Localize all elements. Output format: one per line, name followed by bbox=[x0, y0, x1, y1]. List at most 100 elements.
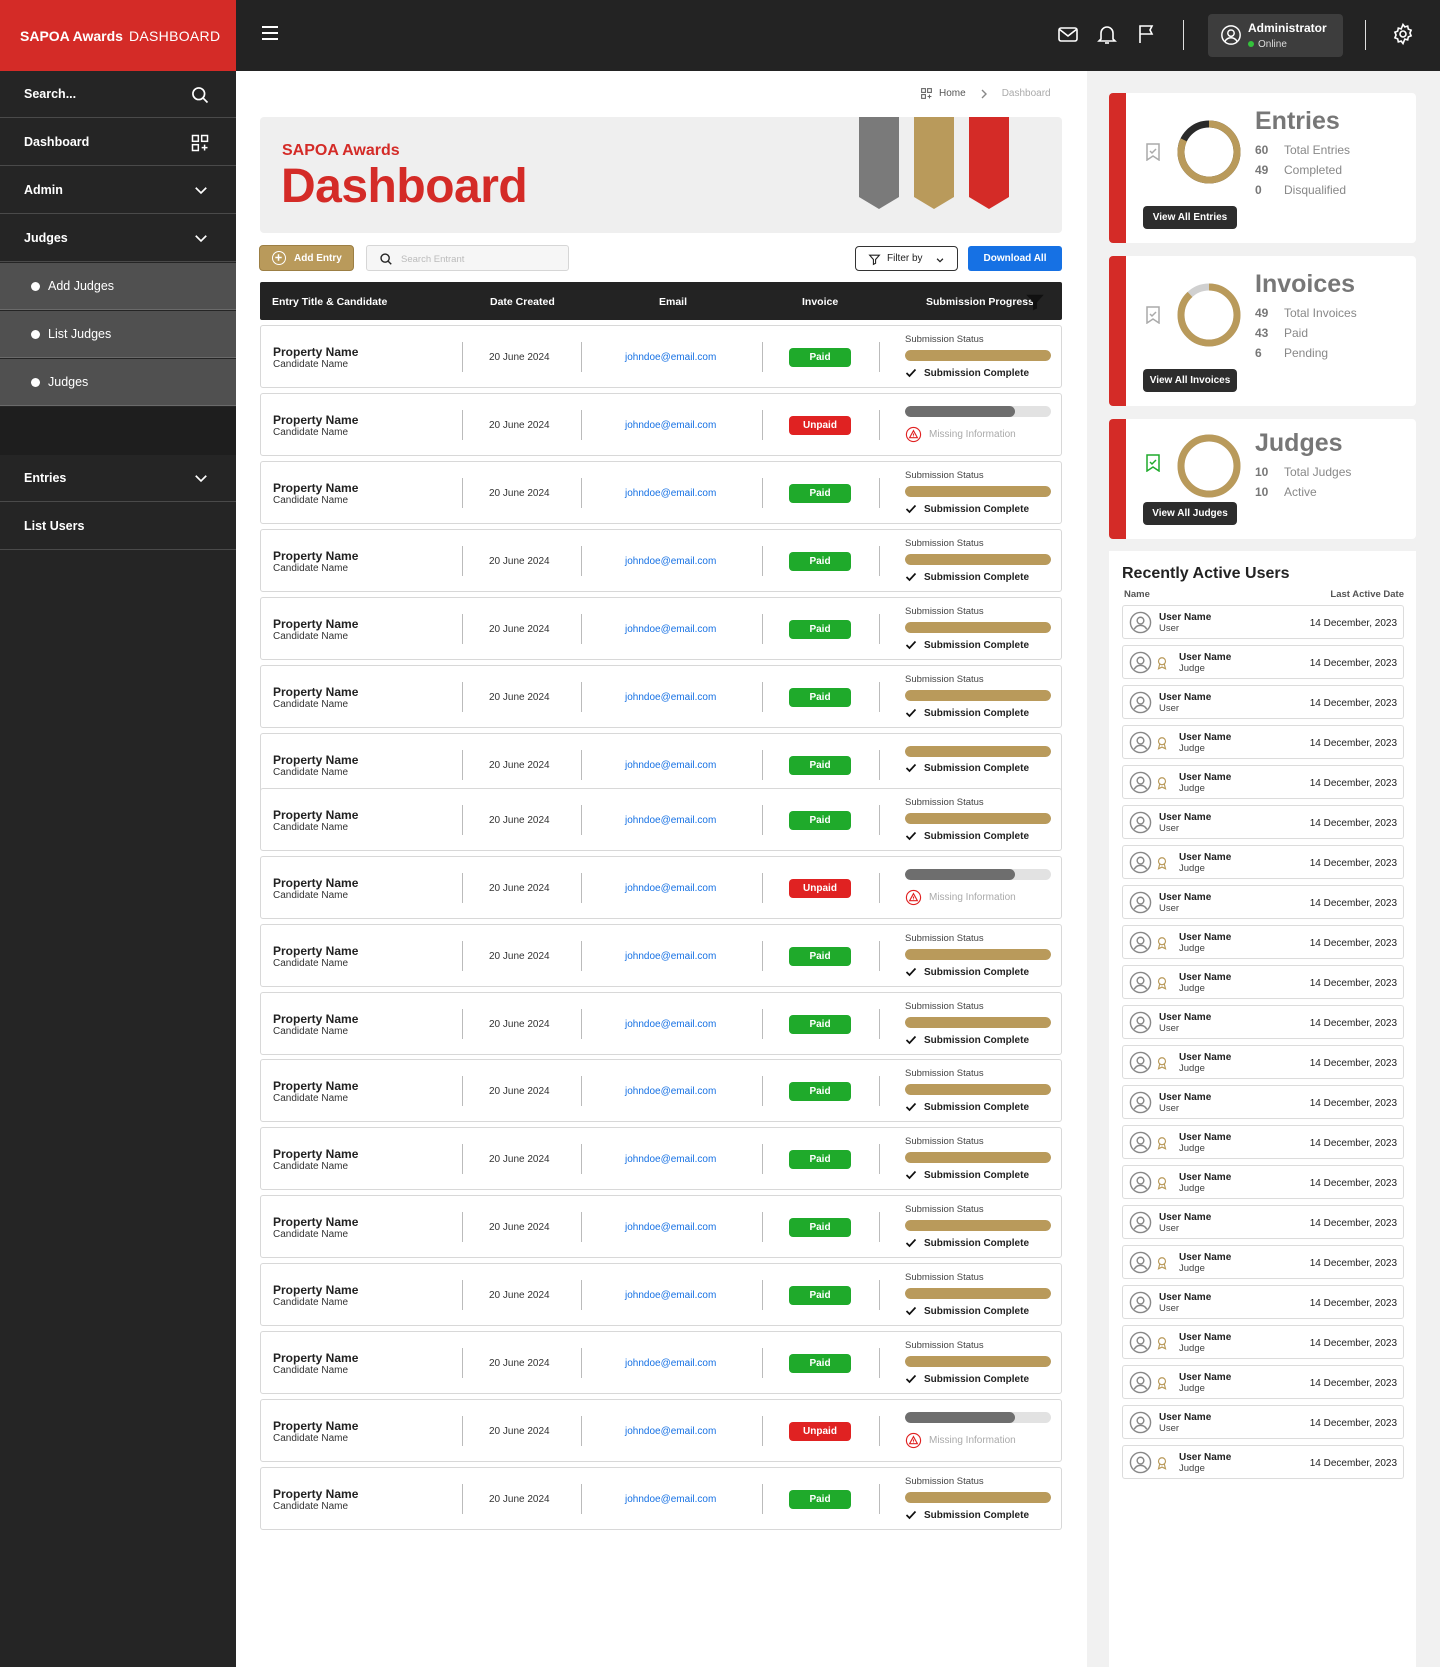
table-row[interactable]: Property Name Candidate Name 20 June 202… bbox=[260, 1127, 1062, 1190]
download-all-button[interactable]: Download All bbox=[968, 246, 1062, 271]
email-link[interactable]: johndoe@email.com bbox=[625, 815, 716, 826]
user-row[interactable]: User Name User 14 December, 2023 bbox=[1122, 1005, 1404, 1039]
email-link[interactable]: johndoe@email.com bbox=[625, 1019, 716, 1030]
property-name[interactable]: Property Name bbox=[273, 481, 358, 495]
user-row[interactable]: User Name Judge 14 December, 2023 bbox=[1122, 965, 1404, 999]
flag-icon[interactable] bbox=[1135, 22, 1159, 46]
table-row[interactable]: Property Name Candidate Name 20 June 202… bbox=[260, 1331, 1062, 1394]
email-link[interactable]: johndoe@email.com bbox=[625, 420, 716, 431]
table-row[interactable]: Property Name Candidate Name 20 June 202… bbox=[260, 325, 1062, 388]
email-link[interactable]: johndoe@email.com bbox=[625, 692, 716, 703]
table-row[interactable]: Property Name Candidate Name 20 June 202… bbox=[260, 1263, 1062, 1326]
property-name[interactable]: Property Name bbox=[273, 549, 358, 563]
invoice-badge[interactable]: Paid bbox=[789, 552, 851, 571]
email-link[interactable]: johndoe@email.com bbox=[625, 624, 716, 635]
property-name[interactable]: Property Name bbox=[273, 1215, 358, 1229]
view-all-entries-button[interactable]: View All Entries bbox=[1143, 206, 1237, 229]
column-header[interactable]: Entry Title & Candidate bbox=[272, 296, 387, 308]
property-name[interactable]: Property Name bbox=[273, 1079, 358, 1093]
invoice-badge[interactable]: Paid bbox=[789, 811, 851, 830]
invoice-badge[interactable]: Paid bbox=[789, 1286, 851, 1305]
invoice-badge[interactable]: Paid bbox=[789, 1015, 851, 1034]
user-row[interactable]: User Name User 14 December, 2023 bbox=[1122, 1285, 1404, 1319]
invoice-badge[interactable]: Unpaid bbox=[789, 879, 851, 898]
email-link[interactable]: johndoe@email.com bbox=[625, 1086, 716, 1097]
property-name[interactable]: Property Name bbox=[273, 345, 358, 359]
invoice-badge[interactable]: Paid bbox=[789, 688, 851, 707]
user-row[interactable]: User Name User 14 December, 2023 bbox=[1122, 885, 1404, 919]
property-name[interactable]: Property Name bbox=[273, 944, 358, 958]
email-link[interactable]: johndoe@email.com bbox=[625, 1426, 716, 1437]
user-row[interactable]: User Name Judge 14 December, 2023 bbox=[1122, 725, 1404, 759]
user-row[interactable]: User Name Judge 14 December, 2023 bbox=[1122, 765, 1404, 799]
filter-by-dropdown[interactable]: Filter by bbox=[855, 246, 958, 271]
property-name[interactable]: Property Name bbox=[273, 876, 358, 890]
email-link[interactable]: johndoe@email.com bbox=[625, 1290, 716, 1301]
property-name[interactable]: Property Name bbox=[273, 753, 358, 767]
sidebar-search[interactable]: Search... bbox=[0, 71, 236, 118]
user-row[interactable]: User Name User 14 December, 2023 bbox=[1122, 805, 1404, 839]
sidebar-subitem-list-judges[interactable]: List Judges bbox=[0, 311, 236, 358]
property-name[interactable]: Property Name bbox=[273, 1487, 358, 1501]
property-name[interactable]: Property Name bbox=[273, 685, 358, 699]
search-icon[interactable] bbox=[190, 85, 210, 105]
add-entry-button[interactable]: Add Entry bbox=[259, 245, 354, 271]
email-link[interactable]: johndoe@email.com bbox=[625, 883, 716, 894]
user-row[interactable]: User Name User 14 December, 2023 bbox=[1122, 685, 1404, 719]
sidebar-item-judges[interactable]: Judges bbox=[0, 215, 236, 262]
invoice-badge[interactable]: Paid bbox=[789, 947, 851, 966]
property-name[interactable]: Property Name bbox=[273, 808, 358, 822]
column-header[interactable]: Submission Progress bbox=[926, 296, 1034, 308]
user-row[interactable]: User Name Judge 14 December, 2023 bbox=[1122, 845, 1404, 879]
table-row[interactable]: Property Name Candidate Name 20 June 202… bbox=[260, 529, 1062, 592]
sidebar-item-admin[interactable]: Admin bbox=[0, 167, 236, 214]
email-link[interactable]: johndoe@email.com bbox=[625, 1222, 716, 1233]
table-row[interactable]: Property Name Candidate Name 20 June 202… bbox=[260, 665, 1062, 728]
user-row[interactable]: User Name Judge 14 December, 2023 bbox=[1122, 1325, 1404, 1359]
user-row[interactable]: User Name User 14 December, 2023 bbox=[1122, 1405, 1404, 1439]
email-link[interactable]: johndoe@email.com bbox=[625, 951, 716, 962]
invoice-badge[interactable]: Unpaid bbox=[789, 1422, 851, 1441]
filter-icon[interactable] bbox=[1026, 293, 1044, 311]
user-row[interactable]: User Name Judge 14 December, 2023 bbox=[1122, 645, 1404, 679]
email-link[interactable]: johndoe@email.com bbox=[625, 556, 716, 567]
invoice-badge[interactable]: Paid bbox=[789, 1082, 851, 1101]
property-name[interactable]: Property Name bbox=[273, 1147, 358, 1161]
property-name[interactable]: Property Name bbox=[273, 1419, 358, 1433]
email-link[interactable]: johndoe@email.com bbox=[625, 352, 716, 363]
property-name[interactable]: Property Name bbox=[273, 617, 358, 631]
column-header[interactable]: Invoice bbox=[802, 296, 838, 308]
user-row[interactable]: User Name Judge 14 December, 2023 bbox=[1122, 1245, 1404, 1279]
sidebar-subitem-add-judges[interactable]: Add Judges bbox=[0, 263, 236, 310]
user-menu[interactable]: Administrator Online bbox=[1208, 14, 1343, 57]
invoice-badge[interactable]: Paid bbox=[789, 348, 851, 367]
breadcrumb-home[interactable]: Home bbox=[939, 88, 966, 99]
property-name[interactable]: Property Name bbox=[273, 1351, 358, 1365]
column-header[interactable]: Date Created bbox=[490, 296, 555, 308]
column-header[interactable]: Email bbox=[659, 296, 687, 308]
table-row[interactable]: Property Name Candidate Name 20 June 202… bbox=[260, 461, 1062, 524]
table-row[interactable]: Property Name Candidate Name 20 June 202… bbox=[260, 733, 1062, 796]
property-name[interactable]: Property Name bbox=[273, 413, 358, 427]
user-row[interactable]: User Name User 14 December, 2023 bbox=[1122, 1205, 1404, 1239]
invoice-badge[interactable]: Paid bbox=[789, 1354, 851, 1373]
sidebar-subitem-judges[interactable]: Judges bbox=[0, 359, 236, 406]
table-row[interactable]: Property Name Candidate Name 20 June 202… bbox=[260, 856, 1062, 919]
property-name[interactable]: Property Name bbox=[273, 1283, 358, 1297]
view-all-judges-button[interactable]: View All Judges bbox=[1143, 502, 1237, 525]
user-row[interactable]: User Name Judge 14 December, 2023 bbox=[1122, 1045, 1404, 1079]
table-row[interactable]: Property Name Candidate Name 20 June 202… bbox=[260, 1195, 1062, 1258]
user-row[interactable]: User Name Judge 14 December, 2023 bbox=[1122, 1365, 1404, 1399]
user-row[interactable]: User Name Judge 14 December, 2023 bbox=[1122, 1125, 1404, 1159]
bell-icon[interactable] bbox=[1095, 22, 1119, 46]
invoice-badge[interactable]: Unpaid bbox=[789, 416, 851, 435]
table-row[interactable]: Property Name Candidate Name 20 June 202… bbox=[260, 1399, 1062, 1462]
table-row[interactable]: Property Name Candidate Name 20 June 202… bbox=[260, 393, 1062, 456]
property-name[interactable]: Property Name bbox=[273, 1012, 358, 1026]
invoice-badge[interactable]: Paid bbox=[789, 620, 851, 639]
user-row[interactable]: User Name User 14 December, 2023 bbox=[1122, 1085, 1404, 1119]
invoice-badge[interactable]: Paid bbox=[789, 756, 851, 775]
table-row[interactable]: Property Name Candidate Name 20 June 202… bbox=[260, 788, 1062, 851]
table-row[interactable]: Property Name Candidate Name 20 June 202… bbox=[260, 924, 1062, 987]
invoice-badge[interactable]: Paid bbox=[789, 484, 851, 503]
